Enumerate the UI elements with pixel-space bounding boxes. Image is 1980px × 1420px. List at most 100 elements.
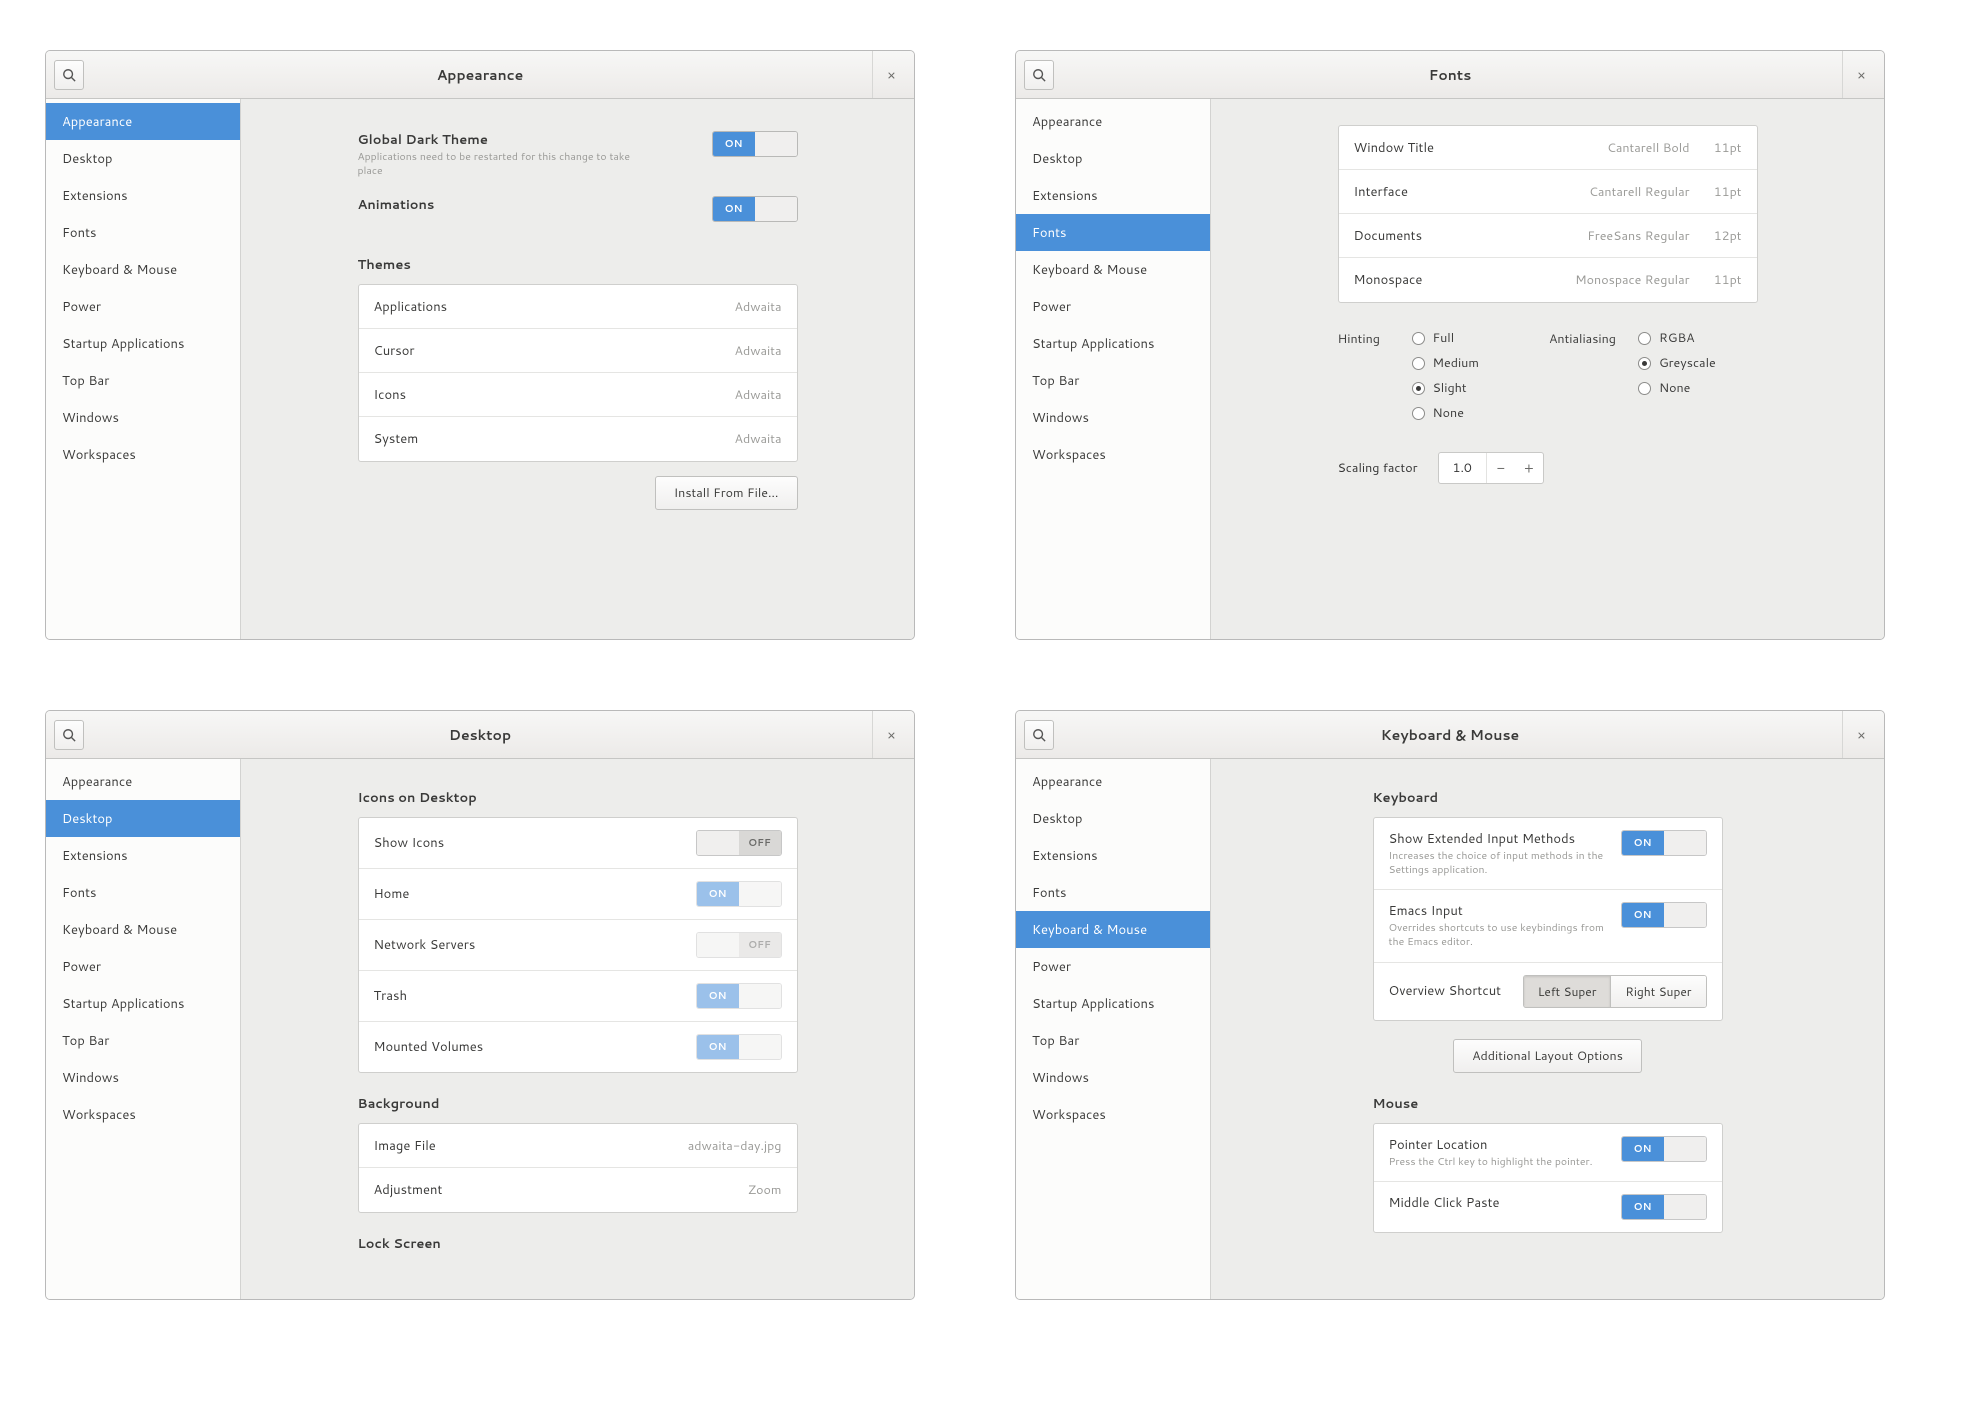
list-row[interactable]: Middle Click PasteONOFF	[1374, 1182, 1722, 1232]
overview-linked[interactable]: Left SuperRight Super	[1523, 975, 1707, 1008]
theme-value: Adwaita	[735, 386, 782, 404]
sidebar-item-extensions[interactable]: Extensions	[1016, 177, 1210, 214]
additional-layout-button[interactable]: Additional Layout Options	[1453, 1039, 1642, 1073]
sidebar-item-desktop[interactable]: Desktop	[46, 800, 240, 837]
themes-list: ApplicationsAdwaitaCursorAdwaitaIconsAdw…	[358, 284, 798, 462]
list-row[interactable]: Pointer LocationPress the Ctrl key to hi…	[1374, 1124, 1722, 1183]
window-close-button[interactable]: ×	[1842, 711, 1876, 758]
sidebar-item-extensions[interactable]: Extensions	[46, 177, 240, 214]
sidebar-item-appearance[interactable]: Appearance	[1016, 763, 1210, 800]
list-row[interactable]: TrashONOFF	[359, 971, 797, 1022]
list-row[interactable]: System Adwaita	[359, 417, 797, 461]
sidebar-item-windows[interactable]: Windows	[1016, 399, 1210, 436]
window-close-button[interactable]: ×	[1842, 51, 1876, 98]
list-row[interactable]: HomeONOFF	[359, 869, 797, 920]
sidebar-item-startup-applications[interactable]: Startup Applications	[46, 325, 240, 362]
sidebar-item-windows[interactable]: Windows	[46, 399, 240, 436]
sidebar-item-desktop[interactable]: Desktop	[46, 140, 240, 177]
bg-key: Adjustment	[374, 1181, 443, 1199]
sidebar-item-workspaces[interactable]: Workspaces	[1016, 1096, 1210, 1133]
kbd-toggle[interactable]: ONOFF	[1621, 902, 1707, 928]
aa-radio-rgba[interactable]: RGBA	[1638, 329, 1716, 347]
list-row[interactable]: Show IconsONOFF	[359, 818, 797, 869]
sidebar-item-power[interactable]: Power	[46, 948, 240, 985]
toggle-show-icons[interactable]: ONOFF	[696, 830, 782, 856]
sidebar-item-extensions[interactable]: Extensions	[1016, 837, 1210, 874]
list-row[interactable]: Show Extended Input MethodsIncreases the…	[1374, 818, 1722, 890]
list-row[interactable]: DocumentsFreeSans Regular12pt	[1339, 214, 1757, 258]
mouse-toggle[interactable]: ONOFF	[1621, 1136, 1707, 1162]
sidebar-item-startup-applications[interactable]: Startup Applications	[46, 985, 240, 1022]
global-dark-toggle[interactable]: ONOFF	[712, 131, 798, 157]
sidebar-item-windows[interactable]: Windows	[1016, 1059, 1210, 1096]
sidebar-item-desktop[interactable]: Desktop	[1016, 800, 1210, 837]
sidebar-item-top-bar[interactable]: Top Bar	[46, 1022, 240, 1059]
search-button[interactable]	[54, 60, 84, 90]
aa-radio-none[interactable]: None	[1638, 379, 1716, 397]
sidebar-item-appearance[interactable]: Appearance	[46, 103, 240, 140]
font-name: Monospace Regular	[1575, 271, 1689, 289]
install-from-file-button[interactable]: Install From File…	[655, 476, 798, 510]
sidebar-item-top-bar[interactable]: Top Bar	[46, 362, 240, 399]
scaling-minus[interactable]: −	[1487, 453, 1515, 483]
headerbar: Appearance ×	[46, 51, 914, 99]
sidebar-item-power[interactable]: Power	[46, 288, 240, 325]
sidebar-item-keyboard-mouse[interactable]: Keyboard & Mouse	[46, 911, 240, 948]
list-row[interactable]: Mounted VolumesONOFF	[359, 1022, 797, 1072]
theme-value: Adwaita	[735, 430, 782, 448]
hinting-radio-medium[interactable]: Medium	[1412, 354, 1479, 372]
sidebar-item-keyboard-mouse[interactable]: Keyboard & Mouse	[46, 251, 240, 288]
list-row[interactable]: Image Fileadwaita-day.jpg	[359, 1124, 797, 1168]
sidebar-item-windows[interactable]: Windows	[46, 1059, 240, 1096]
sidebar-item-desktop[interactable]: Desktop	[1016, 140, 1210, 177]
search-button[interactable]	[1024, 60, 1054, 90]
kbd-toggle[interactable]: ONOFF	[1621, 830, 1707, 856]
search-button[interactable]	[54, 720, 84, 750]
hinting-radio-none[interactable]: None	[1412, 404, 1479, 422]
sidebar-item-startup-applications[interactable]: Startup Applications	[1016, 325, 1210, 362]
list-row[interactable]: AdjustmentZoom	[359, 1168, 797, 1212]
font-size: 11pt	[1702, 139, 1742, 157]
aa-radio-greyscale[interactable]: Greyscale	[1638, 354, 1716, 372]
sidebar-item-appearance[interactable]: Appearance	[1016, 103, 1210, 140]
list-row[interactable]: Emacs InputOverrides shortcuts to use ke…	[1374, 890, 1722, 962]
sidebar-item-top-bar[interactable]: Top Bar	[1016, 362, 1210, 399]
sidebar-item-fonts[interactable]: Fonts	[1016, 874, 1210, 911]
sidebar-item-workspaces[interactable]: Workspaces	[46, 1096, 240, 1133]
list-row[interactable]: Overview ShortcutLeft SuperRight Super	[1374, 963, 1722, 1020]
window-close-button[interactable]: ×	[872, 711, 906, 758]
sidebar-item-fonts[interactable]: Fonts	[46, 214, 240, 251]
list-row[interactable]: Network ServersONOFF	[359, 920, 797, 971]
sidebar-item-extensions[interactable]: Extensions	[46, 837, 240, 874]
sidebar-item-fonts[interactable]: Fonts	[1016, 214, 1210, 251]
list-row[interactable]: MonospaceMonospace Regular11pt	[1339, 258, 1757, 302]
sidebar-item-top-bar[interactable]: Top Bar	[1016, 1022, 1210, 1059]
sidebar-item-appearance[interactable]: Appearance	[46, 763, 240, 800]
sidebar-item-power[interactable]: Power	[1016, 288, 1210, 325]
sidebar-item-workspaces[interactable]: Workspaces	[46, 436, 240, 473]
close-icon: ×	[1857, 725, 1866, 745]
list-row[interactable]: ApplicationsAdwaita	[359, 285, 797, 329]
scaling-plus[interactable]: +	[1515, 453, 1543, 483]
sidebar-item-fonts[interactable]: Fonts	[46, 874, 240, 911]
mouse-toggle[interactable]: ONOFF	[1621, 1194, 1707, 1220]
overview-option[interactable]: Right Super	[1610, 976, 1705, 1007]
sidebar-item-workspaces[interactable]: Workspaces	[1016, 436, 1210, 473]
hinting-radio-slight[interactable]: Slight	[1412, 379, 1479, 397]
animations-toggle[interactable]: ONOFF	[712, 196, 798, 222]
list-row[interactable]: Window TitleCantarell Bold11pt	[1339, 126, 1757, 170]
sidebar-item-keyboard-mouse[interactable]: Keyboard & Mouse	[1016, 251, 1210, 288]
window-close-button[interactable]: ×	[872, 51, 906, 98]
list-row[interactable]: CursorAdwaita	[359, 329, 797, 373]
overview-option[interactable]: Left Super	[1524, 976, 1611, 1007]
mouse-sub: Press the Ctrl key to highlight the poin…	[1389, 1156, 1621, 1170]
search-button[interactable]	[1024, 720, 1054, 750]
list-row[interactable]: InterfaceCantarell Regular11pt	[1339, 170, 1757, 214]
sidebar-item-keyboard-mouse[interactable]: Keyboard & Mouse	[1016, 911, 1210, 948]
sidebar-item-startup-applications[interactable]: Startup Applications	[1016, 985, 1210, 1022]
hinting-radio-full[interactable]: Full	[1412, 329, 1479, 347]
list-row[interactable]: IconsAdwaita	[359, 373, 797, 417]
scaling-spin[interactable]: 1.0 − +	[1438, 452, 1544, 484]
sidebar-item-power[interactable]: Power	[1016, 948, 1210, 985]
theme-name: System	[374, 430, 419, 448]
